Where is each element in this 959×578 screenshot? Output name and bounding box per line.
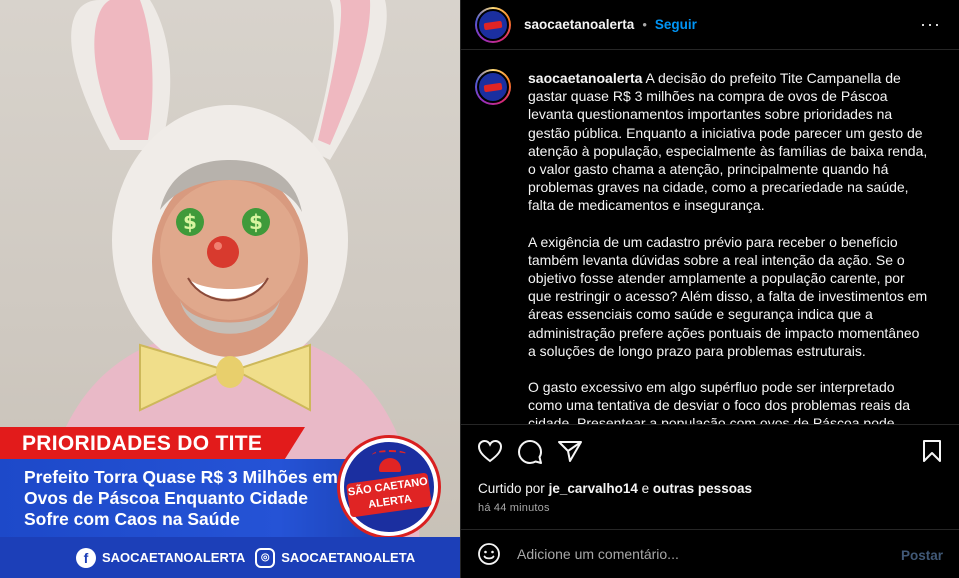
caption-text: saocaetanoalerta A decisão do prefeito T…: [528, 69, 929, 424]
bookmark-icon[interactable]: [921, 439, 943, 463]
badge-text: SÃO CAETANO ALERTA: [346, 472, 432, 518]
post-image[interactable]: $ $ PRIORIDADES DO TITE Prefeito Torra Q…: [0, 0, 460, 578]
comment-box: Postar: [461, 529, 959, 578]
caption-paragraph-3: O gasto excessivo em algo supérfluo pode…: [528, 379, 911, 424]
avatar[interactable]: [475, 6, 511, 43]
post-header: saocaetanoalerta • Seguir ···: [461, 0, 959, 50]
headline-text: Prefeito Torra Quase R$ 3 Milhões em Ovo…: [24, 467, 338, 529]
facebook-handle: f SAOCAETANOALERTA: [76, 547, 246, 568]
instagram-handle: ◎ SAOCAETANOALETA: [255, 547, 416, 568]
action-bar: [461, 424, 959, 478]
likes-prefix: Curtido por: [478, 481, 545, 496]
post-button[interactable]: Postar: [901, 548, 943, 563]
banner-title: PRIORIDADES DO TITE: [0, 427, 305, 461]
follow-button[interactable]: Seguir: [655, 17, 697, 32]
svg-text:$: $: [249, 210, 263, 234]
likes-user[interactable]: je_carvalho14: [549, 481, 638, 496]
heart-icon[interactable]: [477, 439, 503, 463]
social-footer: f SAOCAETANOALERTA ◎ SAOCAETANOALETA: [0, 537, 460, 578]
caption-row: saocaetanoalerta A decisão do prefeito T…: [475, 69, 929, 424]
caption-paragraph-2: A exigência de um cadastro prévio para r…: [528, 233, 928, 359]
facebook-handle-text: SAOCAETANOALERTA: [102, 550, 246, 565]
post-sidebar: saocaetanoalerta • Seguir ··· saocaetano…: [460, 0, 959, 578]
instagram-handle-text: SAOCAETANOALETA: [281, 550, 416, 565]
caption-area[interactable]: saocaetanoalerta A decisão do prefeito T…: [461, 51, 959, 424]
facebook-icon: f: [76, 547, 96, 568]
header-username[interactable]: saocaetanoalerta: [524, 17, 634, 32]
caption-paragraph-1: A decisão do prefeito Tite Campanella de…: [528, 70, 928, 214]
likes-others[interactable]: outras pessoas: [653, 481, 752, 496]
post-timestamp[interactable]: há 44 minutos: [478, 502, 550, 514]
caption-username[interactable]: saocaetanoalerta: [528, 70, 642, 86]
comment-icon[interactable]: [517, 439, 543, 465]
instagram-icon: ◎: [255, 547, 276, 568]
siren-icon: [379, 458, 401, 472]
share-icon[interactable]: [557, 439, 583, 463]
emoji-icon[interactable]: [477, 542, 501, 566]
brand-badge: SÃO CAETANO ALERTA: [340, 438, 438, 536]
headline-banner: Prefeito Torra Quase R$ 3 Milhões em Ovo…: [0, 459, 400, 537]
likes-conj: e: [641, 481, 650, 496]
likes-summary: Curtido por je_carvalho14 e outras pesso…: [478, 481, 752, 496]
svg-text:$: $: [183, 210, 197, 234]
comment-input[interactable]: [517, 546, 877, 562]
more-options-icon[interactable]: ···: [920, 14, 941, 35]
caption-avatar[interactable]: [475, 69, 511, 105]
separator-dot: •: [642, 17, 647, 32]
